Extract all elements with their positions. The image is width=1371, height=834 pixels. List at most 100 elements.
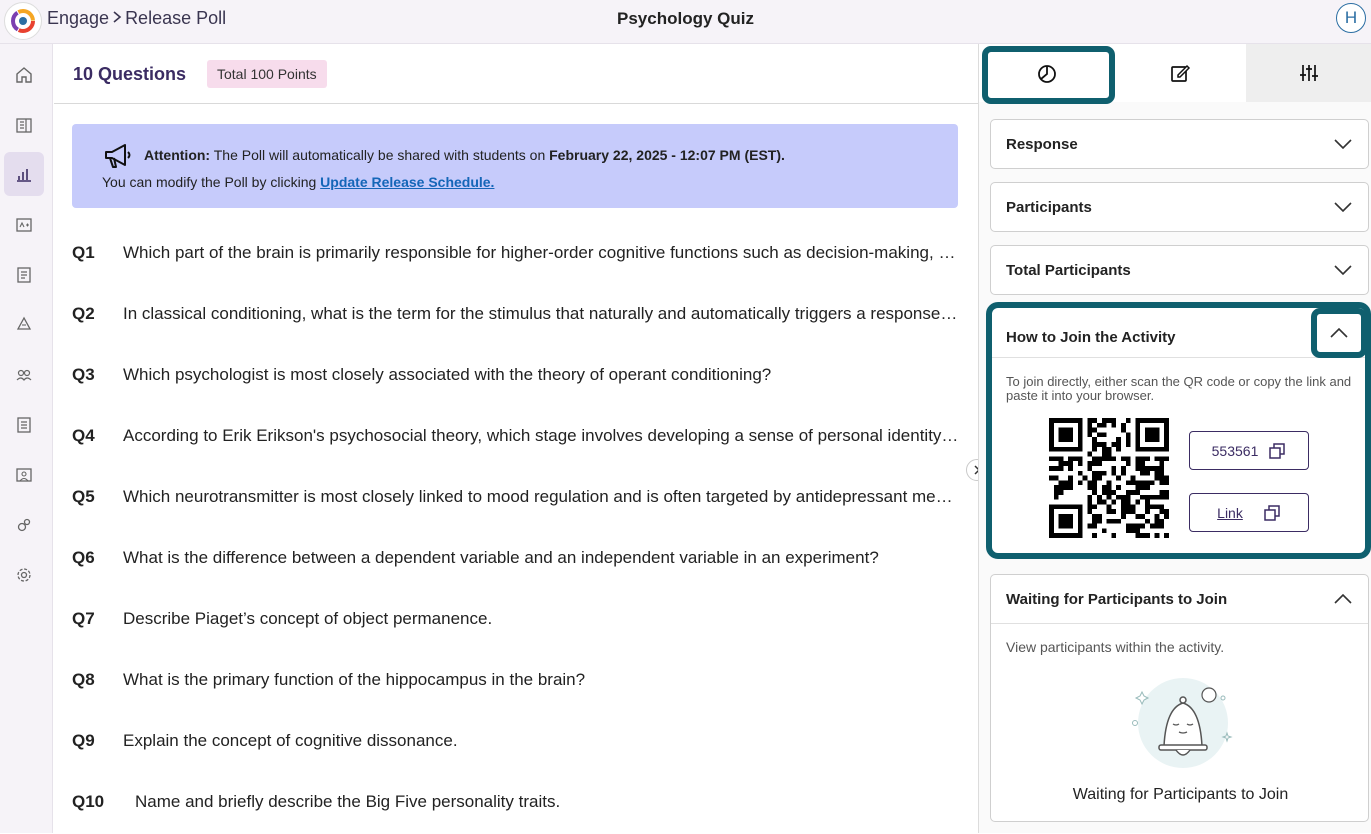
bell-illustration-icon [1126, 668, 1236, 783]
update-release-schedule-link[interactable]: Update Release Schedule. [320, 174, 494, 190]
users-icon [16, 369, 32, 381]
copy-icon [1269, 442, 1286, 459]
question-row[interactable]: Q6 What is the difference between a depen… [72, 529, 962, 590]
join-description: To join directly, either scan the QR cod… [1006, 374, 1352, 403]
copy-link-button[interactable]: Link [1189, 493, 1309, 532]
nav-documents[interactable] [4, 253, 44, 297]
question-number: Q4 [72, 426, 95, 445]
section-title: Total Participants [1006, 261, 1131, 279]
question-text: What is the difference between a depende… [123, 548, 879, 567]
chevron-up-icon [1333, 589, 1353, 609]
nav-analytics[interactable] [4, 152, 44, 196]
question-text: Explain the concept of cognitive dissona… [123, 731, 458, 750]
attention-line-2: You can modify the Poll by clicking Upda… [102, 174, 494, 190]
panel-tabs [979, 44, 1371, 104]
question-row[interactable]: Q2 In classical conditioning, what is the… [72, 285, 962, 346]
section-title: Participants [1006, 198, 1092, 216]
question-number: Q3 [72, 365, 95, 384]
question-number: Q1 [72, 243, 95, 262]
left-sidebar [0, 44, 53, 833]
question-text: What is the primary function of the hipp… [123, 670, 586, 689]
release-datetime: February 22, 2025 - 12:07 PM (EST). [549, 147, 785, 163]
chevron-down-icon [1333, 197, 1353, 217]
qr-code-icon [1049, 418, 1169, 538]
waiting-section: Waiting for Participants to Join View pa… [990, 574, 1369, 822]
waiting-caption: Waiting for Participants to Join [1072, 786, 1289, 803]
active-tab-highlight [982, 46, 1115, 104]
collapse-join-button[interactable] [1311, 308, 1367, 358]
copy-icon [1264, 504, 1280, 521]
nav-home[interactable] [4, 53, 44, 97]
waiting-header[interactable]: Waiting for Participants to Join [991, 575, 1368, 624]
document-icon [17, 267, 31, 283]
nav-list[interactable] [4, 403, 44, 447]
section-title: Response [1006, 135, 1078, 153]
question-row[interactable]: Q1 Which part of the brain is primarily r… [72, 224, 962, 285]
edit-icon [1171, 64, 1191, 82]
app-logo[interactable] [4, 2, 42, 40]
response-section[interactable]: Response [990, 119, 1369, 169]
waiting-description: View participants within the activity. [1006, 639, 1225, 655]
question-text: Name and briefly describe the Big Five p… [135, 792, 561, 811]
section-title: How to Join the Activity [1006, 329, 1176, 346]
total-participants-section[interactable]: Total Participants [990, 245, 1369, 295]
chevron-right-icon [111, 8, 123, 29]
megaphone-icon [103, 142, 133, 175]
attention-banner: Attention: The Poll will automatically b… [72, 124, 958, 208]
qr-code [1049, 418, 1169, 538]
questions-header: 10 Questions Total 100 Points [54, 44, 978, 104]
participants-section[interactable]: Participants [990, 182, 1369, 232]
nav-library[interactable] [4, 103, 44, 147]
question-text: Which neurotransmitter is most closely l… [123, 487, 962, 506]
logo-icon [11, 9, 35, 33]
nav-integrations[interactable] [4, 503, 44, 547]
activity-panel: Response Participants Total Participants… [978, 44, 1371, 833]
nav-recycle[interactable] [4, 303, 44, 347]
nav-grades[interactable] [4, 203, 44, 247]
nav-gallery[interactable] [4, 453, 44, 497]
settings-icon [17, 568, 31, 582]
list-icon [17, 417, 31, 433]
question-number: Q7 [72, 609, 95, 628]
question-row[interactable]: Q3 Which psychologist is most closely ass… [72, 346, 962, 407]
question-number: Q2 [72, 304, 95, 323]
attention-label: Attention: [144, 147, 211, 163]
question-row[interactable]: Q9 Explain the concept of cognitive disso… [72, 712, 962, 773]
question-count: 10 Questions [73, 64, 187, 84]
puzzle-icon [17, 518, 31, 532]
breadcrumb: Engage Release Poll [47, 8, 226, 29]
chevron-down-icon [1333, 260, 1353, 280]
nav-users[interactable] [4, 353, 44, 397]
avatar[interactable]: H [1336, 3, 1366, 33]
top-bar: Engage Release Poll Psychology Quiz H [0, 0, 1371, 44]
question-row[interactable]: Q5 Which neurotransmitter is most closely… [72, 468, 962, 529]
question-number: Q8 [72, 670, 95, 689]
tab-settings[interactable] [1246, 44, 1371, 102]
question-row[interactable]: Q10 Name and briefly describe the Big Fiv… [72, 773, 962, 834]
question-number: Q5 [72, 487, 95, 506]
breadcrumb-engage[interactable]: Engage [47, 8, 109, 29]
link-label: Link [1217, 504, 1243, 521]
copy-code-button[interactable]: 553561 [1189, 431, 1309, 470]
breadcrumb-release-poll: Release Poll [125, 8, 227, 28]
tab-edit[interactable] [1114, 44, 1246, 102]
join-activity-header[interactable]: How to Join the Activity [992, 308, 1367, 358]
question-text: Which part of the brain is primarily res… [123, 243, 962, 262]
question-row[interactable]: Q7 Describe Piaget’s concept of object pe… [72, 590, 962, 651]
question-text: According to Erik Erikson's psychosocial… [123, 426, 962, 445]
sliders-icon [1300, 65, 1318, 81]
attention-message: The Poll will automatically be shared wi… [210, 147, 550, 163]
question-row[interactable]: Q4 According to Erik Erikson's psychosoci… [72, 407, 962, 468]
attention-line2-prefix: You can modify the Poll by clicking [102, 174, 321, 190]
library-icon [16, 118, 32, 133]
attention-line-1: Attention: The Poll will automatically b… [144, 147, 785, 163]
question-text: Which psychologist is most closely assoc… [123, 365, 772, 384]
join-code: 553561 [1211, 442, 1259, 459]
grades-icon [16, 218, 32, 232]
questions-panel: 10 Questions Total 100 Points Attention:… [54, 44, 978, 833]
nav-settings[interactable] [4, 553, 44, 597]
gallery-icon [16, 468, 32, 482]
question-number: Q6 [72, 548, 95, 567]
bar-chart-icon [17, 169, 31, 182]
question-row[interactable]: Q8 What is the primary function of the hi… [72, 651, 962, 712]
